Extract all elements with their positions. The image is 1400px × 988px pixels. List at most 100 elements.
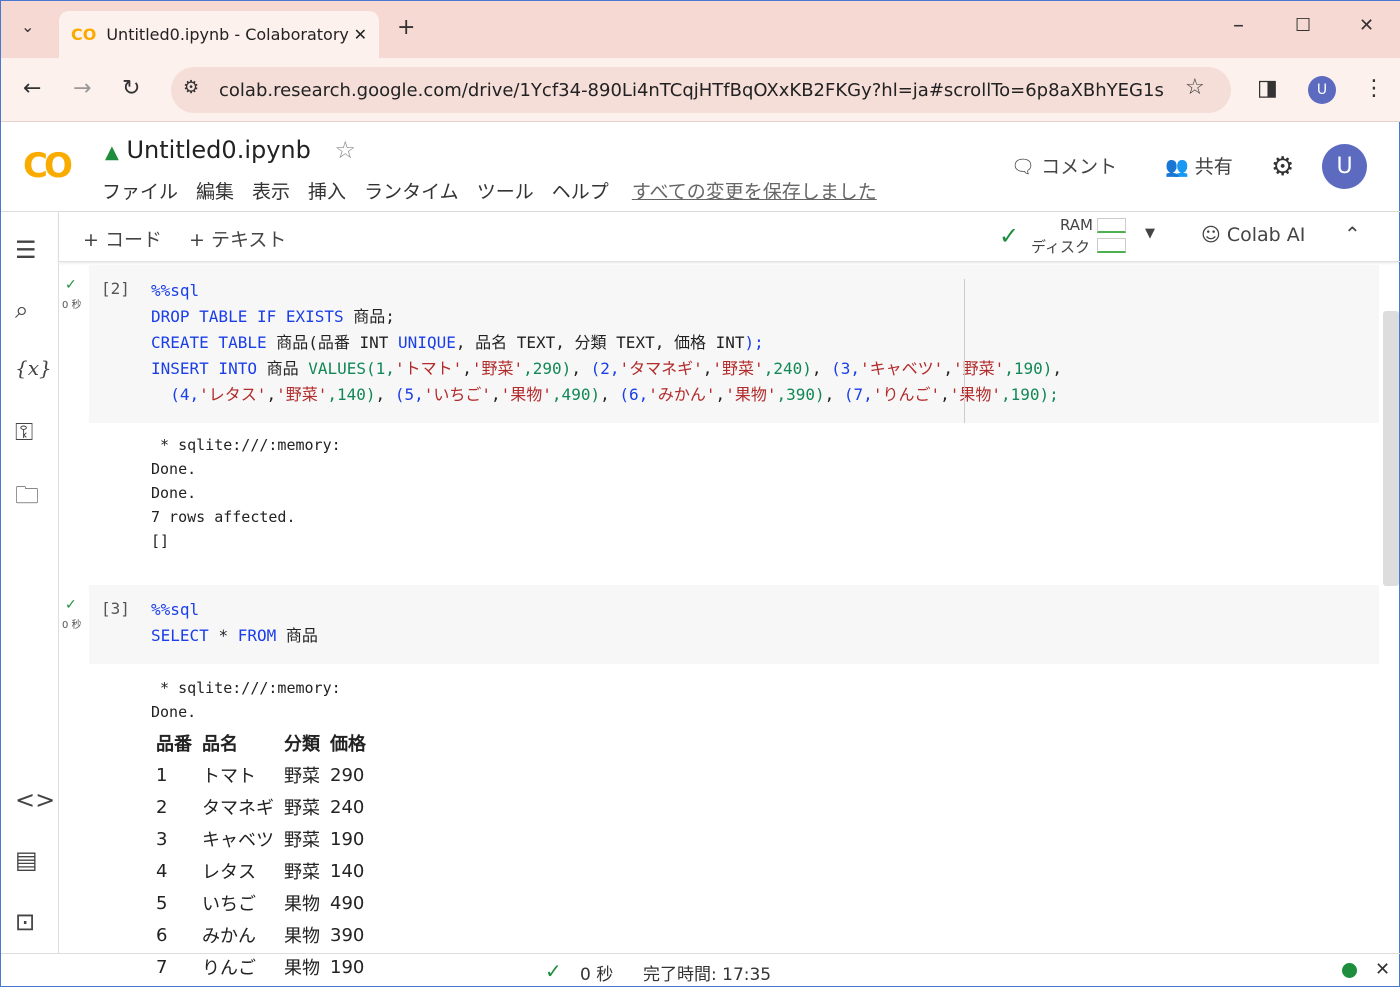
- site-settings-icon[interactable]: ⚙: [183, 77, 199, 98]
- code-token: FROM: [237, 626, 286, 645]
- save-status-link[interactable]: すべての変更を保存しました: [632, 181, 877, 203]
- connection-status-dot: [1342, 963, 1357, 978]
- status-elapsed[interactable]: 0 秒: [580, 960, 613, 985]
- minimize-icon[interactable]: –: [1233, 13, 1244, 38]
- table-cell: みかん: [202, 926, 256, 947]
- cell-success-check-icon: ✓: [65, 277, 77, 293]
- code-token: '野菜': [712, 359, 764, 378]
- comment-label: コメント: [1041, 156, 1118, 178]
- close-tab-icon[interactable]: ✕: [354, 25, 367, 44]
- code-token: (3,: [831, 359, 861, 378]
- colab-ai-icon: ☺: [1201, 224, 1221, 246]
- code-snippets-icon[interactable]: <>: [15, 786, 55, 814]
- star-icon[interactable]: ☆: [335, 136, 357, 164]
- maximize-icon[interactable]: ☐: [1295, 15, 1311, 36]
- close-window-icon[interactable]: ✕: [1359, 15, 1374, 36]
- table-cell: 3: [156, 828, 168, 850]
- side-panel-icon[interactable]: ◨: [1257, 76, 1278, 101]
- code-token: ,: [462, 359, 472, 378]
- share-button[interactable]: 👥 共有: [1165, 152, 1233, 179]
- search-icon[interactable]: ⌕: [15, 296, 28, 324]
- ram-meter[interactable]: [1097, 218, 1126, 233]
- code-token: ,290): [523, 359, 572, 378]
- table-cell: 490: [330, 892, 365, 914]
- code-token: ,190): [1004, 359, 1053, 378]
- avatar[interactable]: U: [1322, 144, 1367, 189]
- code-token: VALUES(1,: [308, 359, 395, 378]
- share-label: 共有: [1194, 156, 1233, 178]
- tab-search-chevron-icon[interactable]: ⌄: [21, 17, 34, 36]
- browser-profile-avatar[interactable]: U: [1308, 76, 1336, 104]
- ruler-line: [964, 279, 965, 423]
- notebook-toolbar: + コード + テキスト ✓ RAM ディスク ▼ ☺ Colab AI ⌃: [59, 212, 1400, 262]
- code-cell[interactable]: %%sql DROP TABLE IF EXISTS 商品; CREATE TABL…: [89, 265, 1379, 423]
- address-bar[interactable]: ⚙ colab.research.google.com/drive/1Ycf34…: [171, 67, 1231, 113]
- table-cell: 1: [156, 764, 168, 786]
- cell-output: * sqlite:///:memory: Done. Done. 7 rows …: [151, 436, 341, 550]
- menu-insert[interactable]: 挿入: [308, 181, 346, 203]
- connected-check-icon[interactable]: ✓: [999, 222, 1019, 250]
- cell-success-check-icon: ✓: [65, 597, 77, 613]
- add-text-button[interactable]: + テキスト: [189, 225, 286, 252]
- table-cell: 野菜: [284, 766, 320, 787]
- notebook-title[interactable]: Untitled0.ipynb: [126, 136, 310, 164]
- bookmark-star-icon[interactable]: ☆: [1185, 75, 1205, 100]
- command-palette-icon[interactable]: ▤: [15, 846, 38, 874]
- code-token: ,: [600, 385, 620, 404]
- code-token: ,390): [776, 385, 825, 404]
- variables-icon[interactable]: {x}: [15, 356, 52, 380]
- menu-view[interactable]: 表示: [252, 181, 290, 203]
- status-completed-time[interactable]: 完了時間: 17:35: [643, 960, 771, 985]
- code-token: ,: [811, 359, 832, 378]
- menu-tools[interactable]: ツール: [477, 181, 534, 203]
- code-cell[interactable]: %%sql SELECT * FROM 商品: [89, 585, 1379, 664]
- files-folder-icon[interactable]: 🗀: [15, 478, 39, 519]
- disk-label: ディスク: [1031, 238, 1090, 256]
- table-cell: 390: [330, 924, 365, 946]
- code-token: 商品;: [353, 307, 395, 326]
- menu-edit[interactable]: 編集: [196, 181, 234, 203]
- disk-meter[interactable]: [1097, 238, 1126, 253]
- execution-count[interactable]: [3]: [101, 599, 130, 618]
- code-token: ,: [943, 359, 953, 378]
- settings-gear-icon[interactable]: ⚙: [1271, 152, 1294, 182]
- comment-button[interactable]: 🗨 コメント: [1011, 152, 1117, 179]
- table-row: 5 いちご 果物 490: [151, 887, 371, 919]
- column-header: 品名: [202, 734, 238, 755]
- close-status-icon[interactable]: ✕: [1375, 959, 1390, 980]
- menu-runtime[interactable]: ランタイム: [364, 181, 459, 203]
- status-check-icon: ✓: [545, 959, 562, 983]
- browser-tab[interactable]: CO Untitled0.ipynb - Colaboratory ✕: [59, 11, 379, 58]
- table-cell: 240: [330, 796, 365, 818]
- table-of-contents-icon[interactable]: ☰: [15, 236, 37, 264]
- code-token: DROP TABLE IF EXISTS: [151, 307, 354, 326]
- resources-dropdown-icon[interactable]: ▼: [1145, 226, 1155, 241]
- code-token: INSERT INTO: [151, 359, 267, 378]
- collapse-chevron-up-icon[interactable]: ⌃: [1344, 222, 1361, 246]
- table-cell: 4: [156, 860, 168, 882]
- drive-icon: ▲: [105, 142, 119, 163]
- browser-menu-icon[interactable]: ⋮: [1363, 76, 1385, 101]
- add-code-button[interactable]: + コード: [83, 225, 162, 252]
- code-token: (7,: [843, 385, 873, 404]
- table-row: 1 トマト 野菜 290: [151, 759, 371, 791]
- colab-logo[interactable]: CO: [23, 146, 73, 186]
- code-editor[interactable]: %%sql SELECT * FROM 商品: [89, 585, 1379, 649]
- forward-icon[interactable]: →: [73, 76, 91, 101]
- code-editor[interactable]: %%sql DROP TABLE IF EXISTS 商品; CREATE TABL…: [89, 265, 1379, 408]
- table-cell: 野菜: [284, 862, 320, 883]
- code-token: '野菜': [952, 359, 1005, 378]
- execution-count[interactable]: [2]: [101, 279, 130, 298]
- colab-ai-button[interactable]: ☺ Colab AI: [1201, 224, 1305, 246]
- code-token: '果物': [725, 385, 777, 404]
- scrollbar[interactable]: [1383, 311, 1399, 586]
- back-icon[interactable]: ←: [23, 76, 41, 101]
- menu-help[interactable]: ヘルプ: [552, 181, 609, 203]
- terminal-icon[interactable]: ⊡: [15, 908, 35, 936]
- menu-file[interactable]: ファイル: [102, 181, 178, 203]
- secrets-key-icon[interactable]: ⚿: [15, 418, 33, 446]
- ram-label: RAM: [1059, 216, 1093, 234]
- reload-icon[interactable]: ↻: [122, 76, 140, 101]
- new-tab-icon[interactable]: +: [397, 15, 415, 40]
- table-row: 3 キャベツ 野菜 190: [151, 823, 371, 855]
